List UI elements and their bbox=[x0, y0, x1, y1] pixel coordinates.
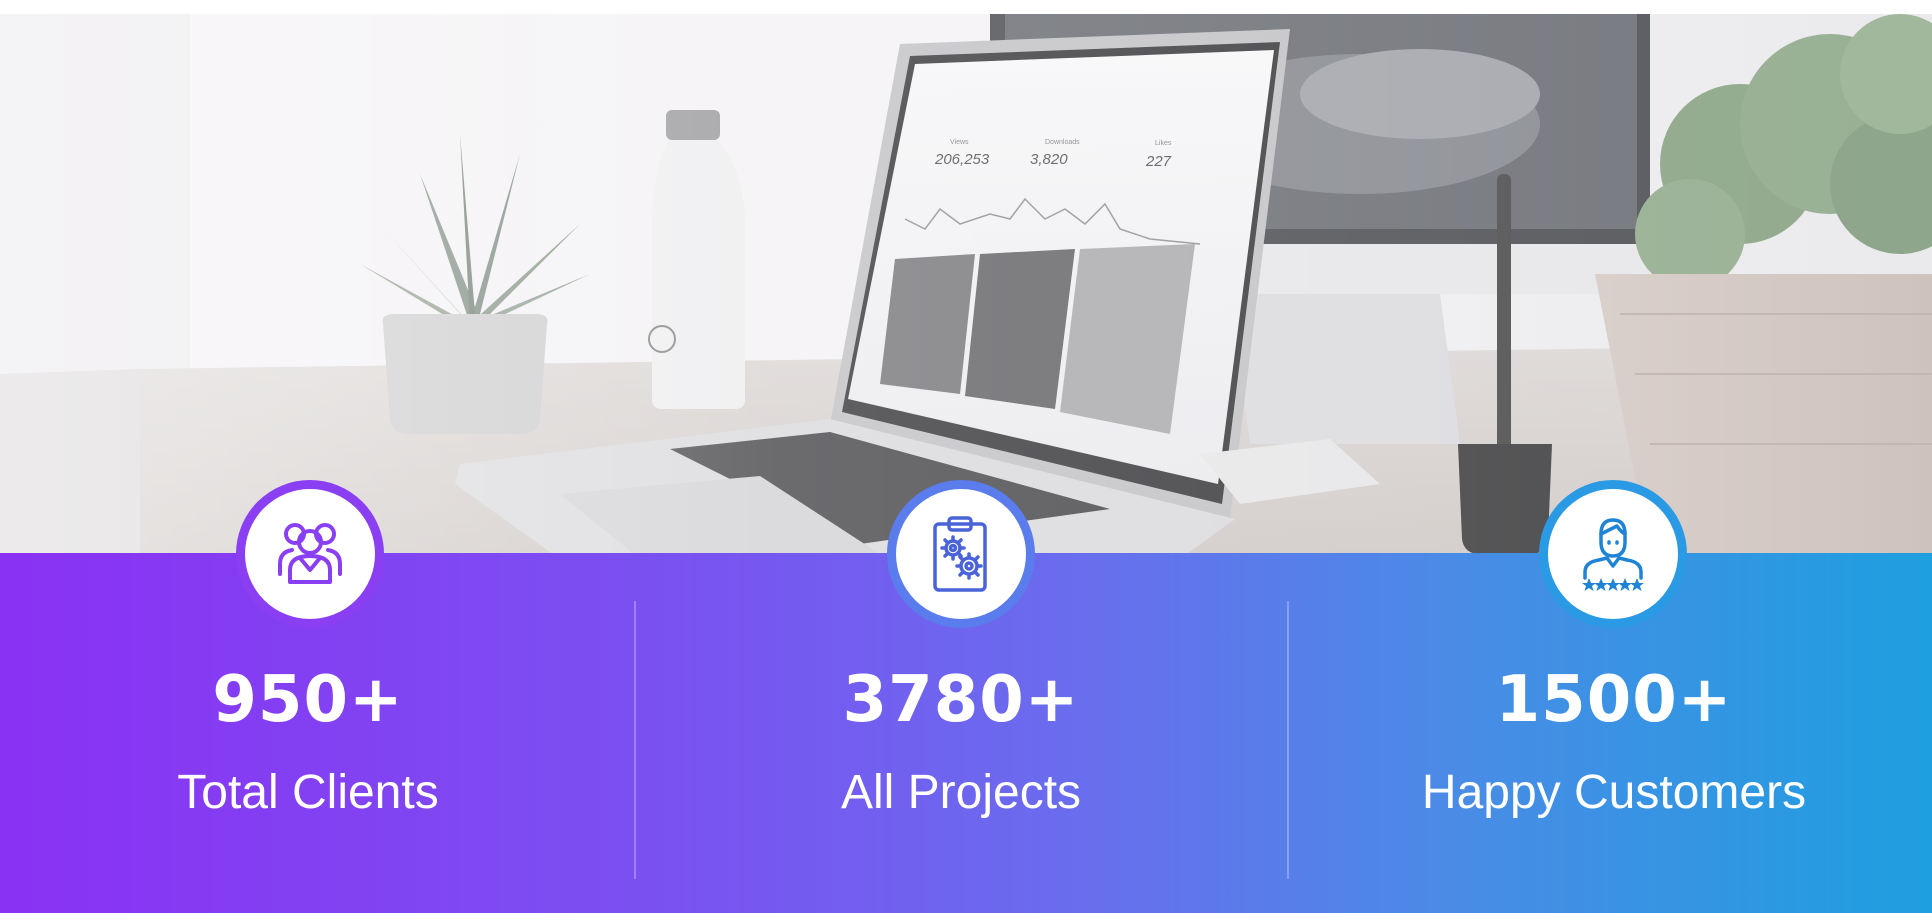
hero-image: 206,253 3,820 227 Views Downloads Likes bbox=[0, 14, 1932, 554]
screen-label-downloads: Downloads bbox=[1045, 139, 1080, 146]
stat-number: 950+ bbox=[212, 663, 404, 737]
stat-number: 3780+ bbox=[842, 663, 1080, 737]
screen-stat-downloads: 3,820 bbox=[1030, 151, 1068, 168]
stat-divider bbox=[634, 601, 636, 879]
stat-label: All Projects bbox=[840, 766, 1082, 819]
screen-label-views: Views bbox=[950, 139, 969, 146]
stat-divider bbox=[1287, 601, 1289, 879]
screen-label-likes: Likes bbox=[1155, 140, 1172, 147]
icon-circle-clients bbox=[236, 480, 384, 628]
icon-circle-customers bbox=[1539, 480, 1687, 628]
laptop-desk-illustration: 206,253 3,820 227 Views Downloads Likes bbox=[0, 14, 1932, 554]
stat-number: 1500+ bbox=[1495, 663, 1733, 737]
screen-stat-views: 206,253 bbox=[934, 151, 990, 168]
stat-label: Happy Customers bbox=[1421, 766, 1807, 819]
screen-stat-likes: 227 bbox=[1145, 153, 1172, 170]
clipboard-gears-icon bbox=[933, 516, 987, 592]
stat-label: Total Clients bbox=[177, 766, 439, 819]
customer-star-rating-icon bbox=[1582, 518, 1644, 591]
group-users-icon bbox=[278, 523, 342, 584]
icon-circle-projects bbox=[887, 480, 1035, 628]
